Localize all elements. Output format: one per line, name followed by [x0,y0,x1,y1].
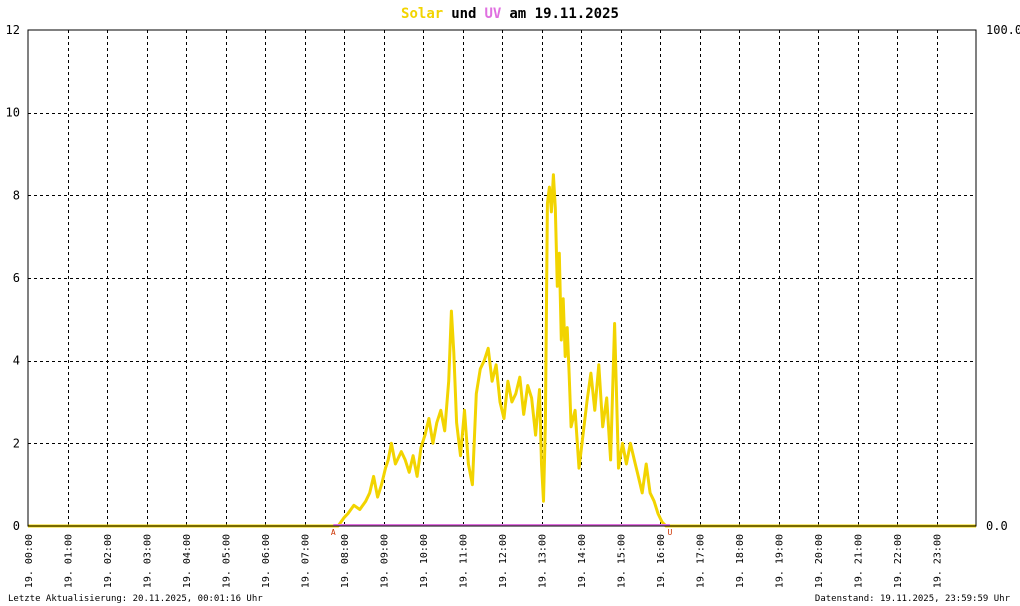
x-tick: 19. 20:00 [814,534,825,588]
x-tick: 19. 09:00 [380,534,391,588]
x-tick: 19. 07:00 [301,534,312,588]
y-right-tick-label: 0.0 [986,519,1008,533]
x-tick-label: 19. 22:00 [893,534,904,588]
title-date: am 19.11.2025 [509,6,619,22]
sun-marker-u: U [667,528,672,537]
footer-last-update: Letzte Aktualisierung: 20.11.2025, 00:01… [8,594,263,604]
x-tick: 19. 00:00 [24,534,35,588]
footer-data-state: Datenstand: 19.11.2025, 23:59:59 Uhr [815,594,1011,604]
x-tick-label: 19. 04:00 [182,534,193,588]
x-tick-label: 19. 09:00 [380,534,391,588]
grid-lines [28,30,976,526]
chart-title: Solar und UV am 19.11.2025 [401,6,619,22]
x-tick-label: 19. 17:00 [696,534,707,588]
x-tick-label: 19. 14:00 [577,534,588,588]
x-tick: 19. 11:00 [459,534,470,588]
x-tick-label: 19. 01:00 [64,534,75,588]
chart-container: Solar und UV am 19.11.2025 0 2 4 6 8 10 12 0.0 100… [0,0,1020,606]
left-axis-ticks: 0 2 4 6 8 10 12 [6,23,20,533]
x-tick: 19. 03:00 [143,534,154,588]
y-left-tick-label: 2 [13,436,20,450]
x-tick-label: 19. 15:00 [617,534,628,588]
x-tick: 19. 05:00 [222,534,233,588]
x-tick-label: 19. 02:00 [103,534,114,588]
x-tick: 19. 10:00 [419,534,430,588]
x-axis-ticks: 19. 00:00 19. 01:00 19. 02:00 19. 03:00 19. … [24,534,944,588]
sun-marker-a: A [331,528,336,537]
solar-uv-chart: Solar und UV am 19.11.2025 0 2 4 6 8 10 12 0.0 100… [6,6,1020,604]
x-tick: 19. 23:00 [933,534,944,588]
x-tick-label: 19. 11:00 [459,534,470,588]
x-tick: 19. 13:00 [538,534,549,588]
x-tick-label: 19. 18:00 [735,534,746,588]
x-tick: 19. 12:00 [498,534,509,588]
y-left-tick-label: 10 [6,106,20,120]
x-tick-label: 19. 03:00 [143,534,154,588]
x-tick: 19. 04:00 [182,534,193,588]
x-tick-label: 19. 20:00 [814,534,825,588]
right-axis-ticks: 0.0 100.0 [986,23,1020,533]
x-tick: 19. 01:00 [64,534,75,588]
x-tick: 19. 19:00 [775,534,786,588]
x-tick: 19. 17:00 [696,534,707,588]
x-tick: 19. 06:00 [261,534,272,588]
x-tick-label: 19. 12:00 [498,534,509,588]
x-tick: 19. 16:00 [656,534,667,588]
x-tick-label: 19. 06:00 [261,534,272,588]
y-left-tick-label: 8 [13,188,20,202]
title-solar-word: Solar [401,6,443,22]
x-tick: 19. 21:00 [854,534,865,588]
x-tick-label: 19. 21:00 [854,534,865,588]
x-tick-label: 19. 05:00 [222,534,233,588]
x-tick-label: 19. 23:00 [933,534,944,588]
title-uv-word: UV [485,6,502,22]
x-tick-label: 19. 07:00 [301,534,312,588]
x-tick-label: 19. 16:00 [656,534,667,588]
y-right-tick-label: 100.0 [986,23,1020,37]
x-tick-label: 19. 19:00 [775,534,786,588]
x-tick: 19. 22:00 [893,534,904,588]
x-tick: 19. 08:00 [340,534,351,588]
x-tick: 19. 14:00 [577,534,588,588]
x-tick: 19. 15:00 [617,534,628,588]
x-tick-label: 19. 08:00 [340,534,351,588]
x-tick-label: 19. 10:00 [419,534,430,588]
x-tick: 19. 02:00 [103,534,114,588]
y-left-tick-label: 12 [6,23,20,37]
x-tick-label: 19. 00:00 [24,534,35,588]
x-tick-label: 19. 13:00 [538,534,549,588]
y-left-tick-label: 4 [13,354,20,368]
y-left-tick-label: 6 [13,271,20,285]
x-tick: 19. 18:00 [735,534,746,588]
y-left-tick-label: 0 [13,519,20,533]
title-und-word: und [451,6,476,22]
